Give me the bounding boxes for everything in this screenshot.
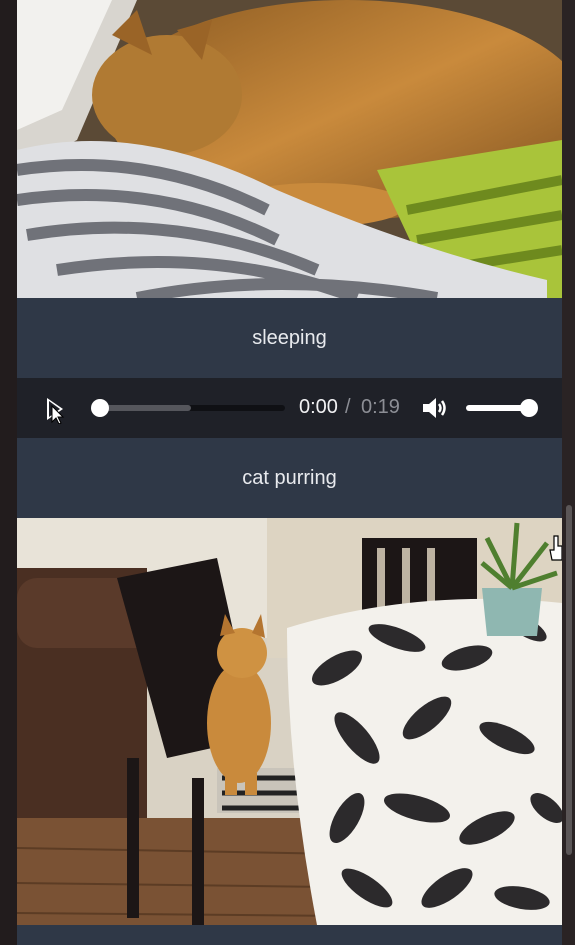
audio-player: 0:00 / 0:19 [17,378,562,438]
progress-buffered [97,405,191,411]
volume-knob[interactable] [520,399,538,417]
scrollbar-thumb[interactable] [566,505,572,855]
caption-cat-purring: cat purring [17,438,562,518]
caption-sleeping: sleeping [17,298,562,378]
play-button[interactable] [39,394,69,425]
play-icon [47,398,65,425]
current-time: 0:00 [299,396,338,418]
volume-icon[interactable] [421,396,449,420]
bottom-panel [17,925,562,945]
progress-knob[interactable] [91,399,109,417]
cat-on-chair-photo [17,518,562,925]
sleeping-cat-photo [17,0,562,298]
duration: 0:19 [361,396,400,418]
media-feed: sleeping 0:00 / 0:19 cat purring [17,0,562,945]
progress-bar[interactable] [97,405,285,411]
time-separator: / [345,396,351,418]
